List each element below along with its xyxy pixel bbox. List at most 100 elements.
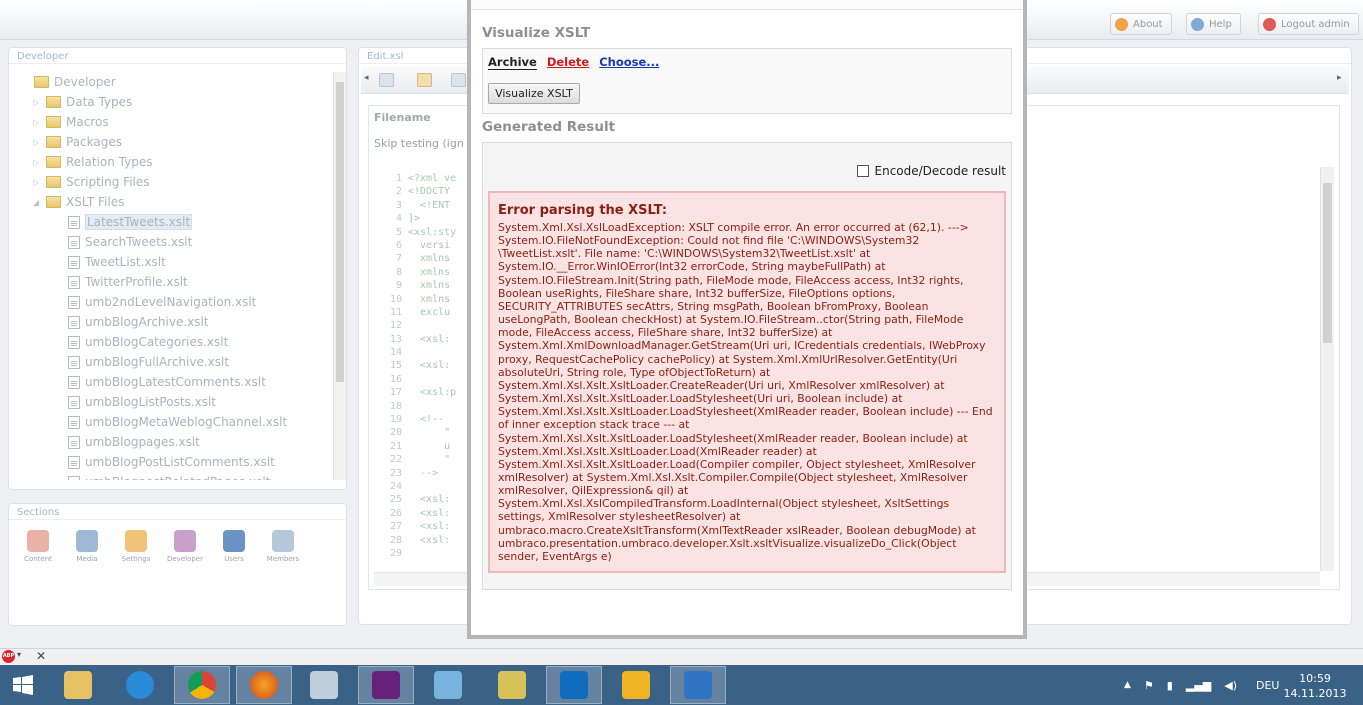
section-item[interactable]: Media — [67, 530, 107, 563]
code-line: <xsl: — [408, 360, 451, 372]
tree-file-item[interactable]: umbBlogListPosts.xslt — [55, 392, 216, 412]
line-number: 13 — [389, 333, 402, 345]
taskbar-keepass[interactable] — [608, 666, 664, 704]
section-item[interactable]: Content — [18, 530, 58, 563]
tree-file-item[interactable]: LatestTweets.xslt — [55, 212, 193, 232]
tree-folder-item[interactable]: Developer — [21, 72, 116, 92]
taskbar-lync[interactable] — [670, 666, 726, 704]
tree-item-label: umbBlogListPosts.xslt — [85, 395, 216, 409]
taskbar-remote-desktop[interactable] — [420, 666, 476, 704]
addon-bar-close-icon[interactable]: ✕ — [36, 649, 46, 663]
flag-icon[interactable]: ⚑ — [1144, 679, 1154, 692]
tree-folder-item[interactable]: ◢ XSLT Files — [33, 192, 124, 212]
code-line: <!ENT — [408, 199, 451, 211]
taskbar-app-stack[interactable] — [296, 666, 352, 704]
encode-decode-checkbox[interactable] — [856, 165, 869, 177]
line-number: 5 — [395, 226, 402, 238]
tree-file-item[interactable]: umbBlogLatestComments.xslt — [55, 372, 266, 392]
volume-icon[interactable]: ◀) — [1224, 679, 1237, 692]
visualize-box: Archive Delete Choose... Visualize XSLT — [482, 48, 1012, 114]
tree-file-item[interactable]: SearchTweets.xslt — [55, 232, 192, 252]
help-button[interactable]: Help — [1186, 13, 1241, 35]
show-hidden-icons-chevron-up-icon[interactable]: ▲ — [1124, 680, 1131, 690]
taskbar-chrome[interactable] — [174, 666, 230, 704]
section-item[interactable]: Users — [214, 530, 254, 563]
tree-file-item[interactable]: TwitterProfile.xslt — [55, 272, 188, 292]
content-icon — [27, 530, 49, 552]
code-editor[interactable]: <?xml ve <!DOCTY <!ENT]> <xsl:sty versi xm… — [408, 172, 468, 572]
taskbar-clock[interactable]: 10:59 14.11.2013 — [1280, 671, 1350, 701]
tree-item-label: Packages — [66, 135, 122, 149]
tree-file-item[interactable]: umbBlogFullArchive.xslt — [55, 352, 229, 372]
tree-expand-icon[interactable]: ▷ — [33, 178, 41, 187]
tree-expand-icon[interactable]: ▷ — [33, 98, 41, 107]
tree-file-item[interactable]: umbBlogArchive.xslt — [55, 312, 209, 332]
tree-folder-item[interactable]: ▷ Packages — [33, 132, 122, 152]
save-icon[interactable] — [379, 73, 394, 87]
section-item[interactable]: Developer — [165, 530, 205, 563]
start-button[interactable] — [2, 666, 44, 704]
tree-folder-item[interactable]: ▷ Scripting Files — [33, 172, 150, 192]
code-line: xmlns — [408, 293, 451, 305]
visualize-xslt-button[interactable]: Visualize XSLT — [488, 83, 580, 104]
xslt-file-icon — [68, 395, 80, 409]
tree-file-item[interactable]: umbBlogMetaWeblogChannel.xslt — [55, 412, 287, 432]
tree-scrollbar-thumb[interactable] — [336, 82, 344, 382]
taskbar-visual-studio[interactable] — [358, 666, 414, 704]
tree-item-label: Scripting Files — [66, 175, 150, 189]
taskbar-outlook[interactable] — [546, 666, 602, 704]
language-indicator[interactable]: DEU — [1256, 679, 1279, 692]
tree-item-label: Data Types — [66, 95, 133, 109]
archive-link[interactable]: Archive — [488, 55, 537, 70]
insert-icon[interactable] — [417, 73, 432, 87]
visualize-xslt-dialog: Visualize XSLT Archive Delete Choose... … — [467, 0, 1027, 639]
tree-file-item[interactable]: umbBlogpostRelatedPages.xslt — [55, 472, 270, 480]
network-icon[interactable]: ▂▄▆ — [1186, 679, 1211, 692]
tree-file-item[interactable]: umbBlogCategories.xslt — [55, 332, 228, 352]
toolbar-left-arrow-icon[interactable]: ◂ — [364, 73, 369, 83]
tree-file-item[interactable]: umb2ndLevelNavigation.xslt — [55, 292, 256, 312]
taskbar-tools[interactable] — [484, 666, 540, 704]
toolbar-right-arrow-icon[interactable]: ▸ — [1337, 73, 1342, 83]
code-line: <xsl: — [408, 333, 451, 345]
delete-link[interactable]: Delete — [547, 55, 589, 70]
adblock-icon[interactable]: ABP — [2, 650, 15, 663]
tree-expand-icon[interactable]: ▷ — [33, 138, 41, 147]
tree-expand-icon[interactable]: ▷ — [33, 158, 41, 167]
adblock-menu-chevron-down-icon[interactable]: ▾ — [17, 650, 21, 659]
choose-link[interactable]: Choose... — [599, 55, 659, 70]
filename-label: Filename — [374, 111, 431, 124]
tree-file-item[interactable]: umbBlogPostListComments.xslt — [55, 452, 275, 472]
tree-folder-item[interactable]: ▷ Macros — [33, 112, 109, 132]
taskbar-explorer[interactable] — [50, 666, 106, 704]
taskbar-firefox[interactable] — [236, 666, 292, 704]
code-line: <xsl: — [408, 507, 451, 519]
outlook-icon — [560, 671, 588, 699]
tree-item-label: umbBlogMetaWeblogChannel.xslt — [85, 415, 288, 429]
code-scrollbar-thumb[interactable] — [1323, 183, 1332, 343]
battery-icon[interactable]: ▮ — [1167, 679, 1173, 692]
tree-folder-item[interactable]: ▷ Data Types — [33, 92, 132, 112]
line-number: 27 — [389, 521, 402, 533]
tree-item-label: LatestTweets.xslt — [85, 214, 193, 230]
xslt-file-icon — [68, 315, 80, 329]
skip-testing-label: Skip testing (ign — [374, 137, 464, 150]
tree-expand-icon[interactable]: ▷ — [33, 118, 41, 127]
taskbar-ie[interactable] — [112, 666, 168, 704]
section-item[interactable]: Members — [263, 530, 303, 563]
logout-button[interactable]: Logout admin — [1258, 13, 1359, 35]
folder-icon — [46, 136, 61, 148]
folder-icon — [46, 196, 61, 208]
tree-file-item[interactable]: umbBlogpages.xslt — [55, 432, 200, 452]
tree-file-item[interactable]: TweetList.xslt — [55, 252, 166, 272]
code-vertical-scrollbar[interactable] — [1320, 167, 1334, 571]
tree-folder-item[interactable]: ▷ Relation Types — [33, 152, 152, 172]
section-item[interactable]: Settings — [116, 530, 156, 563]
tree-item-label: SearchTweets.xslt — [85, 235, 193, 249]
about-button[interactable]: About — [1110, 13, 1172, 35]
tree-expand-icon[interactable]: ◢ — [33, 198, 41, 207]
tree-scrollbar[interactable] — [333, 72, 346, 480]
xslt-icon[interactable] — [451, 73, 466, 87]
